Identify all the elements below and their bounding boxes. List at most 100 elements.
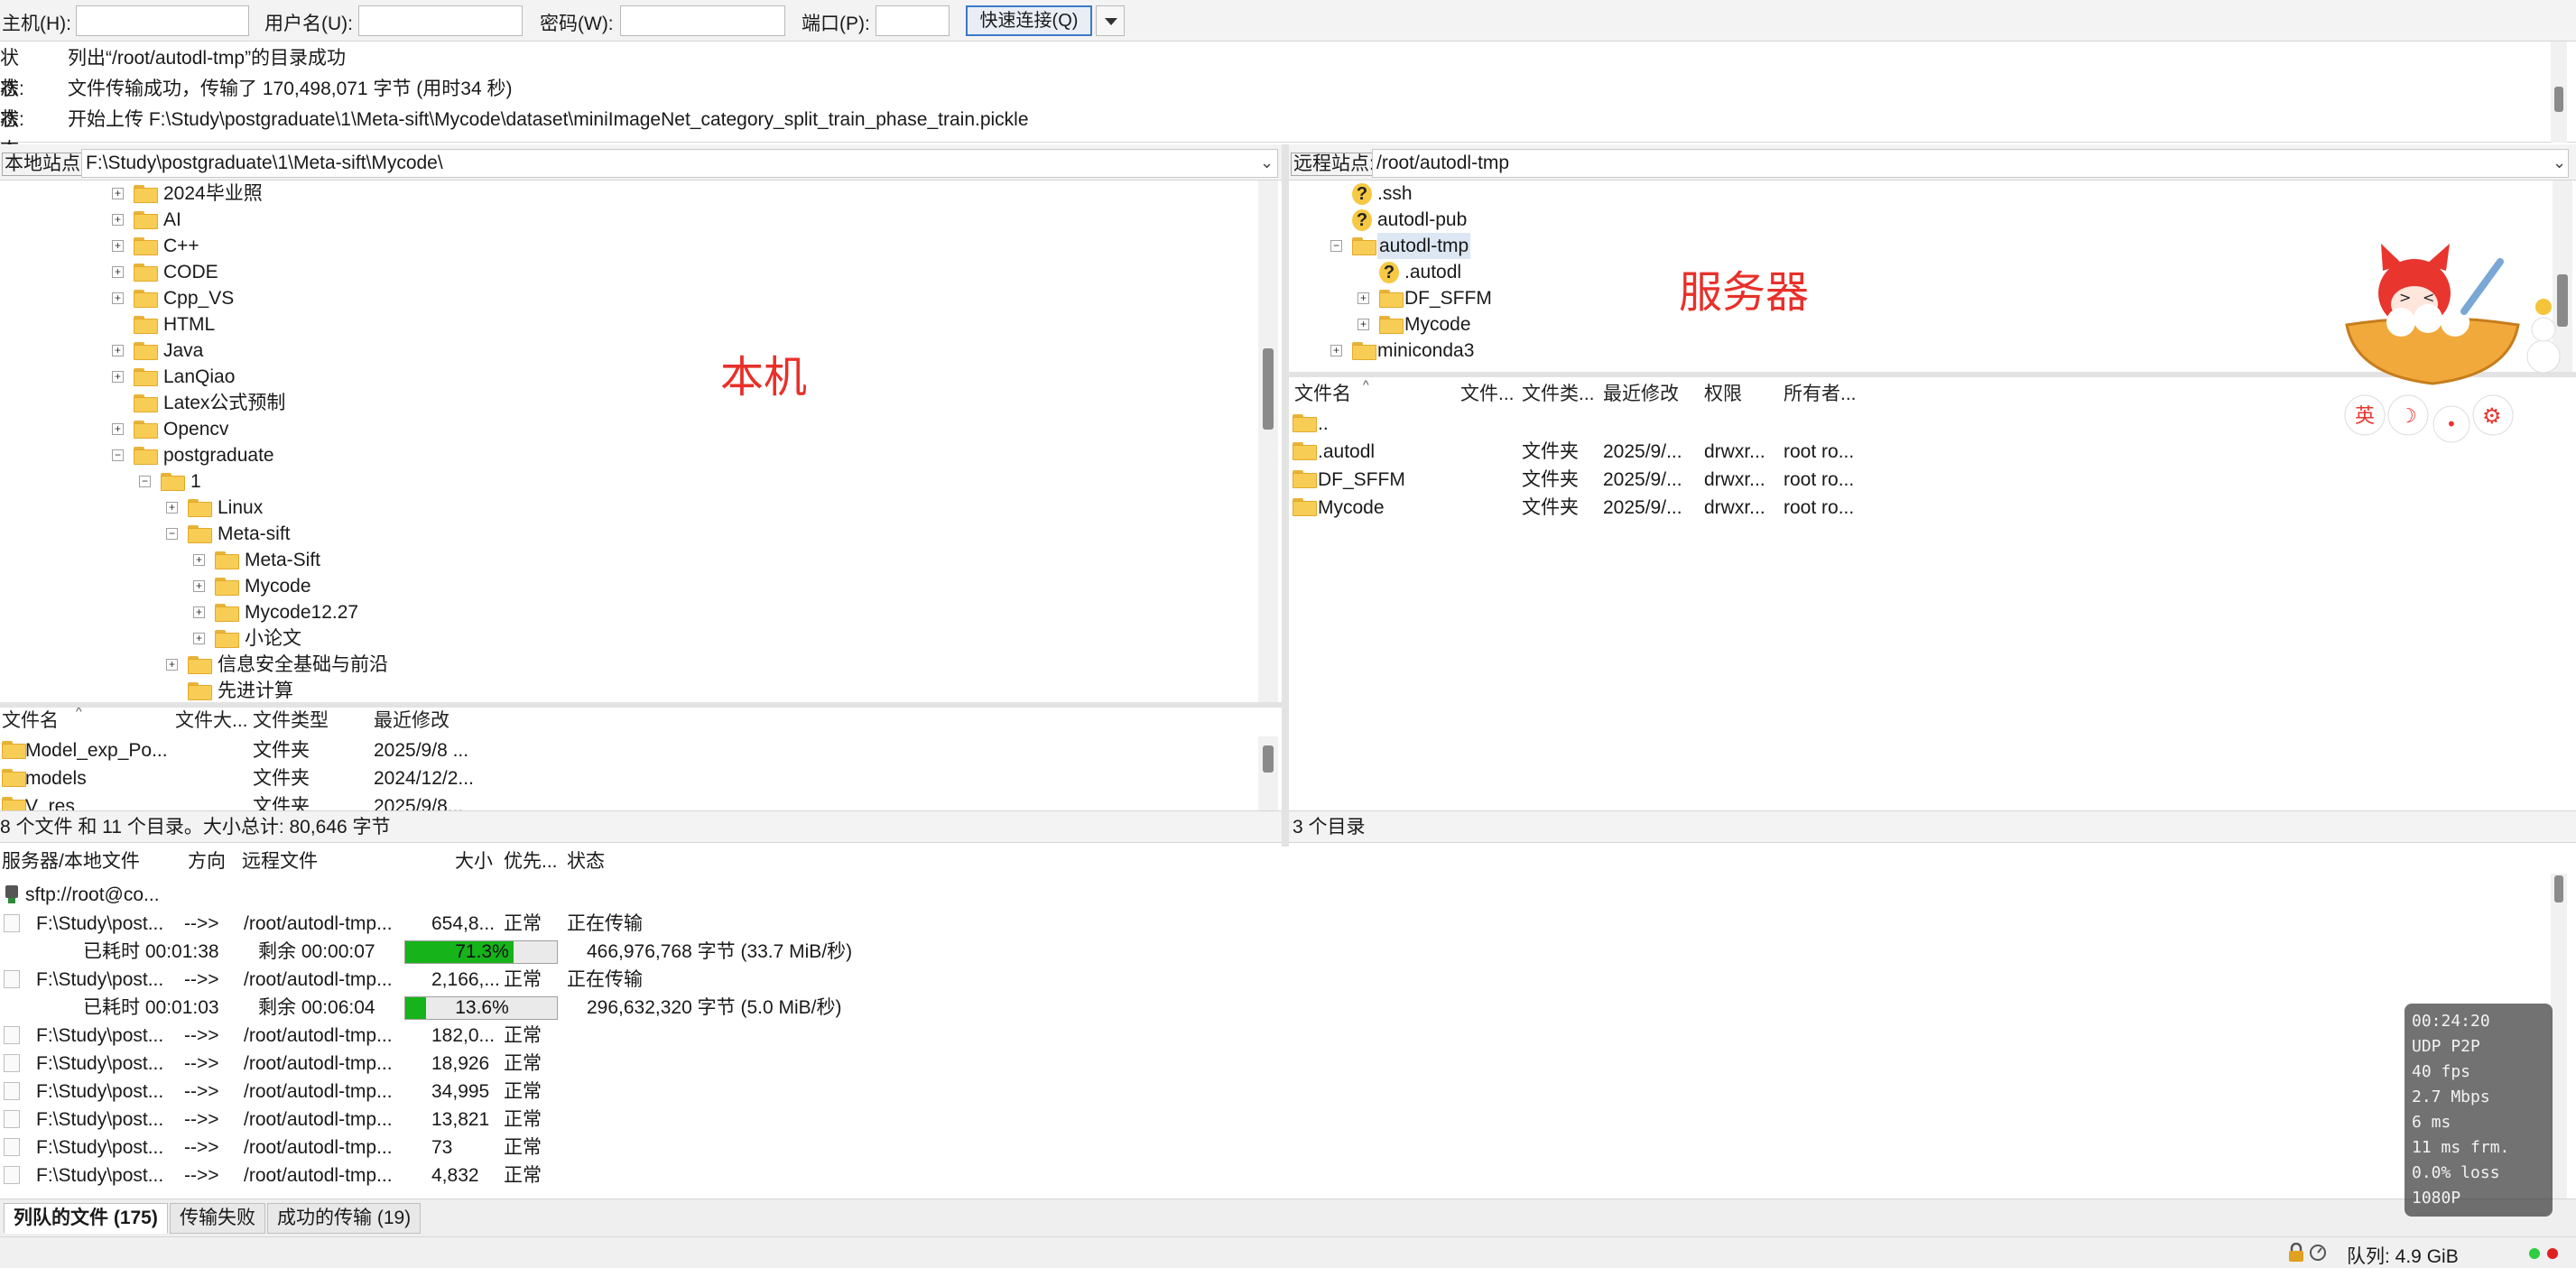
tree-node[interactable]: 先进计算 — [0, 678, 1255, 702]
tree-node[interactable]: + LanQiao — [0, 364, 1255, 390]
expand-icon[interactable]: + — [112, 371, 124, 383]
queue-item[interactable]: F:\Study\post... -->> /root/autodl-tmp... 1… — [0, 1050, 2527, 1078]
local-path-input[interactable]: F:\Study\postgraduate\1\Meta-sift\Mycode… — [81, 149, 1278, 178]
scrollbar-thumb[interactable] — [2554, 87, 2563, 112]
local-file-list[interactable]: 文件名 ^ 文件大... 文件类型 最近修改 Model_exp_Po... 文件… — [0, 708, 1282, 810]
expand-icon[interactable]: + — [193, 580, 205, 592]
local-directory-tree[interactable]: +2024毕业照 + AI + C++ + CODE + Cpp_VS HTML + Java + Lan… — [0, 180, 1282, 702]
column-header[interactable]: 文件类型 — [253, 708, 329, 735]
collapse-icon[interactable]: − — [1330, 240, 1342, 252]
queue-item[interactable]: F:\Study\post... -->> /root/autodl-tmp... 3… — [0, 1078, 2527, 1106]
tree-node[interactable]: ? autodl-pub — [1289, 207, 2544, 233]
tree-node[interactable]: + CODE — [0, 259, 1255, 285]
collapse-icon[interactable]: − — [112, 449, 124, 461]
tree-node[interactable]: + 信息安全基础与前沿 — [0, 652, 1255, 678]
quickconnect-button[interactable]: 快速连接(Q) — [966, 5, 1092, 36]
expand-icon[interactable]: + — [193, 554, 205, 566]
expand-icon[interactable]: + — [166, 502, 178, 514]
column-header[interactable]: 文件... — [1460, 381, 1515, 408]
username-input[interactable] — [358, 5, 523, 36]
expand-icon[interactable]: + — [1357, 292, 1369, 304]
tree-node[interactable]: + Mycode12.27 — [0, 599, 1255, 625]
file-row[interactable]: Model_exp_Po... 文件夹 2025/9/8 ... — [0, 736, 1255, 764]
expand-icon[interactable]: + — [112, 240, 124, 252]
tree-node[interactable]: − postgraduate — [0, 442, 1255, 468]
queue-item[interactable]: F:\Study\post... -->> /root/autodl-tmp... 1… — [0, 1022, 2527, 1050]
tab-queued-files[interactable]: 列队的文件 (175) — [4, 1203, 168, 1234]
column-header[interactable]: 大小 — [455, 847, 493, 877]
column-header[interactable]: 服务器/本地文件 — [2, 847, 140, 877]
tree-node[interactable]: − Meta-sift — [0, 521, 1255, 547]
tree-node[interactable]: −1 — [0, 468, 1255, 495]
column-header[interactable]: 权限 — [1704, 381, 1742, 408]
tree-node[interactable]: Latex公式预制 — [0, 390, 1255, 416]
file-row[interactable]: V_res 文件夹 2025/9/8... — [0, 792, 1255, 810]
column-header[interactable]: 所有者... — [1784, 381, 1857, 408]
tree-node[interactable]: + Linux — [0, 495, 1255, 521]
column-header[interactable]: 文件名 — [1294, 381, 1351, 408]
tree-node[interactable]: + Java — [0, 338, 1255, 364]
tab-successful-transfers[interactable]: 成功的传输 (19) — [267, 1203, 422, 1234]
tree-node[interactable]: + AI — [0, 207, 1255, 233]
collapse-icon[interactable]: − — [139, 476, 151, 487]
scrollbar-thumb[interactable] — [1263, 348, 1274, 430]
column-header[interactable]: 最近修改 — [374, 708, 449, 735]
column-header[interactable]: 远程文件 — [242, 847, 318, 877]
queue-item[interactable]: F:\Study\post... -->> /root/autodl-tmp... 6… — [0, 910, 2527, 938]
tree-node[interactable]: + C++ — [0, 233, 1255, 259]
column-header[interactable]: 最近修改 — [1603, 381, 1679, 408]
chevron-down-icon[interactable]: ⌄ — [1260, 153, 1274, 172]
quickconnect-history-dropdown[interactable] — [1096, 5, 1125, 36]
queue-item[interactable]: F:\Study\post... -->> /root/autodl-tmp... 4… — [0, 1162, 2527, 1189]
expand-icon[interactable]: + — [112, 292, 124, 304]
tree-node[interactable]: + Mycode — [0, 573, 1255, 599]
column-header[interactable]: 文件大... — [175, 708, 248, 735]
expand-icon[interactable]: + — [166, 659, 178, 671]
mascot-widget-icon[interactable]: > < 英 ☽ • ⚙ — [2329, 239, 2572, 456]
transfer-queue[interactable]: 服务器/本地文件 方向 远程文件 大小 优先... 状态 sftp://root… — [0, 847, 2576, 1199]
expand-icon[interactable]: + — [1357, 319, 1369, 330]
column-header[interactable]: 优先... — [504, 847, 558, 877]
pane-splitter[interactable] — [1282, 144, 1289, 847]
file-row[interactable]: DF_SFFM 文件夹 2025/9/... drwxr... root ro... — [1289, 466, 2553, 494]
scrollbar-thumb[interactable] — [2554, 875, 2563, 902]
tree-node[interactable]: + Cpp_VS — [0, 285, 1255, 311]
expand-icon[interactable]: + — [193, 606, 205, 618]
tab-failed-transfers[interactable]: 传输失败 — [170, 1203, 265, 1234]
message-log[interactable]: 状态: 列出“/root/autodl-tmp”的目录成功 状态: 文件传输成功… — [0, 42, 2576, 161]
expand-icon[interactable]: + — [112, 188, 124, 199]
column-header[interactable]: 文件类... — [1522, 381, 1595, 408]
log-scrollbar[interactable] — [2551, 42, 2567, 143]
queue-item[interactable]: F:\Study\post... -->> /root/autodl-tmp... 2… — [0, 966, 2527, 994]
speed-limit-icon[interactable] — [2309, 1243, 2327, 1263]
queue-scrollbar[interactable] — [2551, 874, 2567, 1199]
expand-icon[interactable]: + — [112, 345, 124, 356]
column-header[interactable]: 状态 — [567, 847, 605, 877]
queue-item[interactable]: F:\Study\post... -->> /root/autodl-tmp... 7… — [0, 1134, 2527, 1162]
remote-path-input[interactable]: /root/autodl-tmp — [1372, 149, 2569, 178]
expand-icon[interactable]: + — [193, 633, 205, 644]
local-tree-scrollbar[interactable] — [1258, 180, 1278, 702]
column-header[interactable]: 方向 — [188, 847, 226, 877]
chevron-down-icon[interactable]: ⌄ — [2553, 153, 2566, 172]
tree-node[interactable]: HTML — [0, 311, 1255, 338]
scrollbar-thumb[interactable] — [1263, 745, 1274, 773]
collapse-icon[interactable]: − — [166, 528, 178, 540]
password-input[interactable] — [620, 5, 785, 36]
expand-icon[interactable]: + — [112, 266, 124, 278]
expand-icon[interactable]: + — [112, 214, 124, 226]
port-input[interactable] — [876, 5, 950, 36]
expand-icon[interactable]: + — [112, 423, 124, 435]
tree-node[interactable]: + Meta-Sift — [0, 547, 1255, 573]
tree-node[interactable]: + 小论文 — [0, 625, 1255, 652]
queue-item[interactable]: F:\Study\post... -->> /root/autodl-tmp... 1… — [0, 1106, 2527, 1134]
file-row[interactable]: models 文件夹 2024/12/2... — [0, 764, 1255, 792]
tree-node[interactable]: +2024毕业照 — [0, 180, 1255, 207]
expand-icon[interactable]: + — [1330, 345, 1342, 356]
local-list-scrollbar[interactable] — [1258, 736, 1278, 810]
file-row[interactable]: Mycode 文件夹 2025/9/... drwxr... root ro... — [1289, 494, 2553, 522]
host-input[interactable] — [76, 5, 249, 36]
column-header[interactable]: 文件名 — [2, 708, 59, 735]
tree-node[interactable]: ? .ssh — [1289, 180, 2544, 207]
tree-node[interactable]: + Opencv — [0, 416, 1255, 442]
